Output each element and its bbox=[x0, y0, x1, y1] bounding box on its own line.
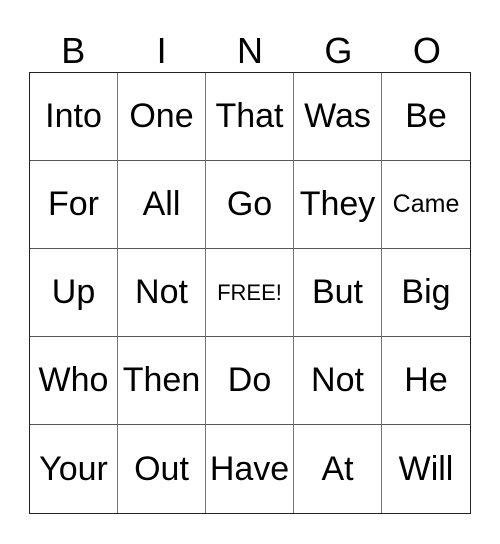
bingo-cell[interactable]: All bbox=[118, 161, 206, 249]
bingo-cell[interactable]: Go bbox=[206, 161, 294, 249]
header-letter-b: B bbox=[61, 30, 86, 71]
free-space-cell[interactable]: FREE! bbox=[206, 249, 294, 337]
bingo-cell[interactable]: Not bbox=[294, 337, 382, 425]
bingo-cell[interactable]: At bbox=[294, 425, 382, 513]
bingo-cell[interactable]: That bbox=[206, 73, 294, 161]
bingo-cell[interactable]: Do bbox=[206, 337, 294, 425]
bingo-cell[interactable]: Your bbox=[30, 425, 118, 513]
bingo-cell[interactable]: But bbox=[294, 249, 382, 337]
bingo-cell[interactable]: Then bbox=[118, 337, 206, 425]
bingo-cell[interactable]: Up bbox=[30, 249, 118, 337]
header-letter-o: O bbox=[412, 30, 441, 71]
header-letter-n: N bbox=[237, 30, 264, 71]
bingo-cell[interactable]: Will bbox=[382, 425, 470, 513]
bingo-cell[interactable]: For bbox=[30, 161, 118, 249]
bingo-cell[interactable]: He bbox=[382, 337, 470, 425]
bingo-cell[interactable]: Be bbox=[382, 73, 470, 161]
bingo-card-grid: Into One That Was Be For All Go They Cam… bbox=[29, 72, 471, 514]
bingo-header: B I N G O bbox=[29, 30, 471, 72]
bingo-cell[interactable]: Into bbox=[30, 73, 118, 161]
header-letter-g: G bbox=[324, 30, 353, 71]
bingo-cell[interactable]: Not bbox=[118, 249, 206, 337]
bingo-cell[interactable]: Came bbox=[382, 161, 470, 249]
bingo-cell[interactable]: Was bbox=[294, 73, 382, 161]
bingo-cell[interactable]: Who bbox=[30, 337, 118, 425]
bingo-cell[interactable]: One bbox=[118, 73, 206, 161]
bingo-cell[interactable]: They bbox=[294, 161, 382, 249]
bingo-cell[interactable]: Out bbox=[118, 425, 206, 513]
bingo-cell[interactable]: Big bbox=[382, 249, 470, 337]
bingo-cell[interactable]: Have bbox=[206, 425, 294, 513]
header-letter-i: I bbox=[156, 30, 167, 71]
